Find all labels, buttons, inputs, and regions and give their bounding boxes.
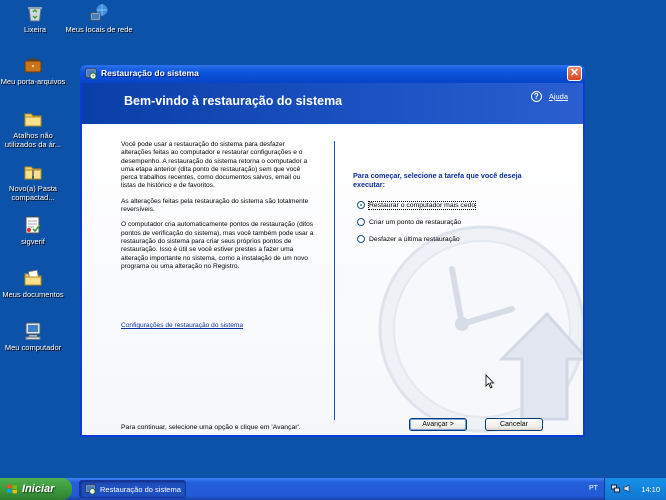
help-label[interactable]: Ajuda xyxy=(549,92,568,101)
radio-button[interactable] xyxy=(357,235,365,243)
intro-paragraph: As alterações feitas pela restauração do… xyxy=(121,197,309,214)
next-button[interactable]: Avançar > xyxy=(409,418,467,431)
restore-settings-link[interactable]: Configurações de restauração do sistema xyxy=(121,322,243,329)
intro-paragraph: O computador cria automaticamente pontos… xyxy=(121,221,314,270)
desktop-icon-label: Meu porta-arquivos xyxy=(0,77,66,86)
system-restore-icon xyxy=(85,483,96,495)
window-client-area: Bem-vindo à restauração do sistema ? Ajud… xyxy=(82,83,583,435)
desktop-icon-zip-folder[interactable]: Novo(a) Pasta compactad... xyxy=(0,162,68,202)
desktop-icon-sigverif[interactable]: sigverif xyxy=(0,215,68,246)
desktop-icon-label: sigverif xyxy=(21,237,45,246)
intro-text: Você pode usar a restauração do sistema … xyxy=(121,141,316,278)
desktop-icon-label: Lixeira xyxy=(23,25,47,34)
folder-icon xyxy=(23,109,43,129)
taskbar-clock[interactable]: 14:10 xyxy=(641,485,660,494)
clock-watermark-icon xyxy=(378,225,583,433)
content-panel: Você pode usar a restauração do sistema … xyxy=(82,124,583,435)
taskbar-item-label: Restauração do sistema xyxy=(100,484,181,494)
footer-instruction: Para continuar, selecione uma opção e cl… xyxy=(121,424,301,431)
system-restore-icon xyxy=(85,68,97,80)
option-label[interactable]: Criar um ponto de restauração xyxy=(369,219,461,226)
help-icon[interactable]: ? xyxy=(530,91,542,102)
radio-button[interactable] xyxy=(357,201,365,209)
task-prompt: Para começar, selecione a tarefa que voc… xyxy=(353,171,522,189)
volume-tray-icon[interactable] xyxy=(623,484,632,493)
desktop-icon-label: Meus documentos xyxy=(2,290,64,299)
option-restore-earlier[interactable]: Restaurar o computador mais cedo xyxy=(357,200,477,210)
close-button[interactable]: ✕ xyxy=(567,66,582,81)
network-places-icon xyxy=(89,3,109,23)
intro-paragraph: Você pode usar a restauração do sistema … xyxy=(121,141,308,190)
header-banner: Bem-vindo à restauração do sistema ? Ajud… xyxy=(82,83,583,124)
desktop-icon-label: Atalhos não utilizados da ár... xyxy=(4,131,62,149)
zip-folder-icon xyxy=(23,162,43,182)
desktop-icon-recycle-bin[interactable]: Lixeira xyxy=(0,3,70,34)
mouse-cursor-icon xyxy=(485,374,495,389)
network-tray-icon[interactable] xyxy=(611,484,620,493)
page-title: Bem-vindo à restauração do sistema xyxy=(124,94,343,108)
windows-logo-icon xyxy=(7,484,17,494)
panel-divider xyxy=(334,141,335,420)
desktop-icon-network-places[interactable]: Meus locais de rede xyxy=(64,3,134,34)
desktop-icon-label: Meus locais de rede xyxy=(65,25,133,34)
help-link[interactable]: ? Ajuda xyxy=(530,91,568,102)
radio-button[interactable] xyxy=(357,218,365,226)
title-bar[interactable]: Restauração do sistema ✕ xyxy=(80,65,585,83)
my-documents-icon xyxy=(23,268,43,288)
start-label: Iniciar xyxy=(22,483,55,495)
briefcase-icon xyxy=(23,55,43,75)
option-create-restore-point[interactable]: Criar um ponto de restauração xyxy=(357,218,461,226)
system-restore-window: Restauração do sistema ✕ Bem-vindo à res… xyxy=(80,65,585,437)
desktop-icon-my-documents[interactable]: Meus documentos xyxy=(0,268,68,299)
sigverif-icon xyxy=(23,215,43,235)
my-computer-icon xyxy=(23,321,43,341)
desktop-icon-my-computer[interactable]: Meu computador xyxy=(0,321,68,352)
window-title: Restauração do sistema xyxy=(101,68,199,78)
desktop-icon-label: Novo(a) Pasta compactad... xyxy=(9,184,57,202)
cancel-button[interactable]: Cancelar xyxy=(485,418,543,431)
desktop-icon-briefcase[interactable]: Meu porta-arquivos xyxy=(0,55,68,86)
taskbar: Iniciar Restauração do sistema PT 14:10 xyxy=(0,478,666,500)
option-label[interactable]: Desfazer a última restauração xyxy=(369,236,460,243)
option-undo-last-restore[interactable]: Desfazer a última restauração xyxy=(357,235,460,243)
desktop-icon-unused-shortcuts[interactable]: Atalhos não utilizados da ár... xyxy=(0,109,68,149)
start-button[interactable]: Iniciar xyxy=(0,478,72,500)
desktop-icon-label: Meu computador xyxy=(4,343,62,352)
recycle-bin-icon xyxy=(25,3,45,23)
language-indicator[interactable]: PT xyxy=(589,485,598,492)
system-tray: 14:10 xyxy=(604,478,666,500)
taskbar-item-system-restore[interactable]: Restauração do sistema xyxy=(79,480,186,498)
option-label[interactable]: Restaurar o computador mais cedo xyxy=(367,200,477,210)
